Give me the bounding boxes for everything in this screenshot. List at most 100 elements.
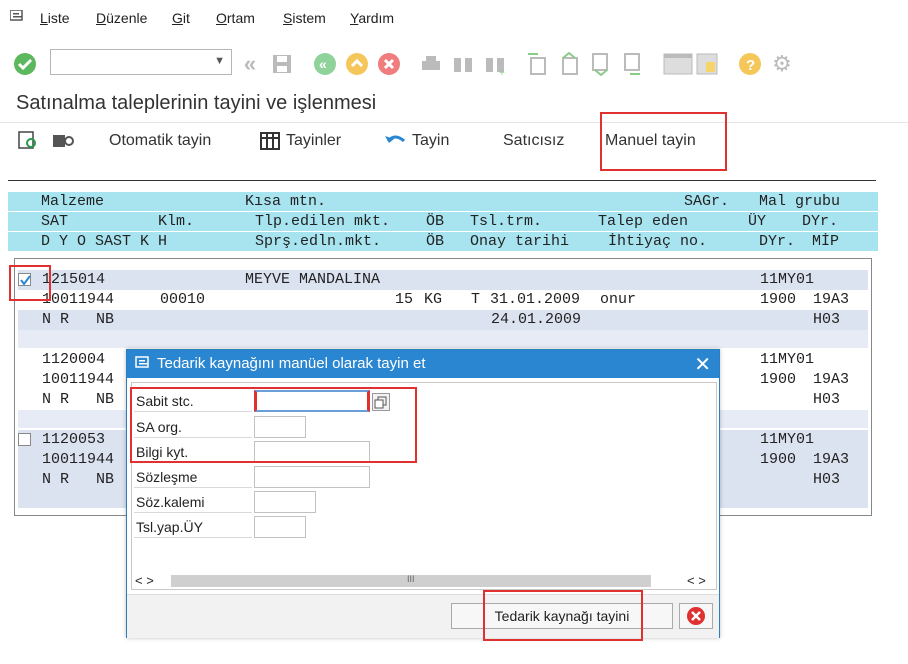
col-uy: ÜY <box>748 213 767 230</box>
table-row[interactable]: 10011944 00010 15 KG T 31.01.2009 onur 1… <box>18 290 868 310</box>
scroll-arrows-left[interactable]: < > <box>135 573 154 588</box>
next-page-icon[interactable] <box>589 52 613 76</box>
item-checkbox[interactable] <box>18 433 31 446</box>
layout-icon[interactable] <box>663 52 693 76</box>
highlight-checkbox <box>9 265 51 301</box>
col-tlp-mkt: Tlp.edilen mkt. <box>255 213 391 230</box>
menu-duzenle[interactable]: Düzenle <box>96 10 147 26</box>
col-malzeme: Malzeme <box>41 193 105 210</box>
field-label: Söz.kalemi <box>134 491 252 513</box>
highlight-assign-button <box>483 590 643 641</box>
settings-icon[interactable]: ⚙ <box>770 51 794 76</box>
flags-value: N R NB <box>42 391 115 408</box>
cancel-icon[interactable] <box>377 52 401 76</box>
col-sagr: SAGr. <box>684 193 730 210</box>
scroll-thumb[interactable]: III <box>171 574 651 587</box>
scroll-grip: III <box>407 574 415 584</box>
last-page-icon[interactable] <box>621 52 645 76</box>
column-header-row-1: Malzeme Kısa mtn. SAGr. Mal grubu <box>8 192 878 211</box>
col-klm: Klm. <box>158 213 195 230</box>
otomatik-tayin-label: Otomatik tayin <box>109 132 212 149</box>
horizontal-scrollbar[interactable]: < > III < > <box>131 573 717 589</box>
soz-kalemi-input[interactable] <box>254 491 316 513</box>
dyr-value: 19A3 <box>813 371 850 388</box>
field-label: Tsl.yap.ÜY <box>134 516 252 538</box>
col-mal-grubu: Mal grubu <box>759 193 841 210</box>
highlight-manuel-tayin <box>600 112 727 171</box>
otomatik-tayin-button[interactable]: Otomatik tayin <box>109 132 211 150</box>
divider <box>8 180 876 181</box>
table-row[interactable]: N R NB 24.01.2009 H03 <box>18 310 868 330</box>
menu-sistem[interactable]: Sistem <box>283 10 326 26</box>
col-dyr-2: DYr. <box>759 233 796 250</box>
table-row[interactable]: 1215014 MEYVE MANDALINA 11MY01 <box>18 270 868 290</box>
kisa-mtn-value: MEYVE MANDALINA <box>245 271 381 288</box>
sat-value: 10011944 <box>42 451 115 468</box>
back-green-icon[interactable]: « <box>313 52 337 76</box>
malzeme-value: 1215014 <box>42 271 106 288</box>
menu-git[interactable]: Git <box>172 10 190 26</box>
menu-icon[interactable] <box>10 10 26 22</box>
exit-icon[interactable] <box>345 52 369 76</box>
ob-value: KG <box>424 291 443 308</box>
uy-value: 1900 <box>760 371 797 388</box>
divider <box>0 122 908 123</box>
first-page-icon[interactable] <box>525 52 549 76</box>
assign-settings-icon[interactable] <box>50 129 74 153</box>
menu-yardim[interactable]: Yardım <box>350 10 394 26</box>
tayin-button[interactable]: Tayin <box>384 132 449 150</box>
column-header-row-3: D Y O SAST K H Sprş.edln.mkt. ÖB Onay ta… <box>8 232 878 251</box>
col-ob: ÖB <box>426 213 445 230</box>
dyr-value: 19A3 <box>813 451 850 468</box>
sozlesme-input[interactable] <box>254 466 370 488</box>
col-mip: MİP <box>812 233 840 250</box>
highlight-fields <box>130 387 417 463</box>
detail-icon[interactable] <box>16 129 40 153</box>
col-talep-eden: Talep eden <box>598 213 689 230</box>
find-icon[interactable] <box>451 52 475 76</box>
col-ihtiyac-no: İhtiyaç no. <box>608 233 708 250</box>
t-value: T <box>471 291 481 308</box>
sat-value: 10011944 <box>42 371 115 388</box>
page-title: Satınalma taleplerinin tayini ve işlenme… <box>16 92 377 114</box>
dyr-value: 19A3 <box>813 291 850 308</box>
row-spacer <box>18 330 868 348</box>
trm-value: 31.01.2009 <box>490 291 581 308</box>
tayin-label: Tayin <box>412 132 450 149</box>
saticisiz-button[interactable]: Satıcısız <box>503 132 564 150</box>
back-icon[interactable]: « <box>238 51 262 76</box>
close-icon[interactable]: ✕ <box>694 352 711 377</box>
prev-page-icon[interactable] <box>557 52 581 76</box>
field-label: Sözleşme <box>134 466 252 488</box>
col-sat: SAT <box>41 213 69 230</box>
menu-liste[interactable]: Liste <box>40 10 70 26</box>
save-icon[interactable] <box>270 52 294 76</box>
talep-eden-value: onur <box>600 291 637 308</box>
window-icon <box>135 356 149 368</box>
cancel-icon <box>687 607 705 625</box>
cancel-button[interactable] <box>679 603 713 629</box>
col-dyr: DYr. <box>802 213 839 230</box>
onay-tarihi-value: 24.01.2009 <box>491 311 582 328</box>
mal-grubu-value: 11MY01 <box>760 271 815 288</box>
flags-value: N R NB <box>42 471 115 488</box>
flags-value: N R NB <box>42 311 115 328</box>
scroll-arrows-right[interactable]: < > <box>687 573 706 588</box>
find-next-icon[interactable]: + <box>483 52 507 76</box>
menu-ortam[interactable]: Ortam <box>216 10 255 26</box>
saticisiz-label: Satıcısız <box>503 132 565 149</box>
uy-value: 1900 <box>760 451 797 468</box>
table-icon <box>260 132 280 150</box>
print-icon[interactable] <box>419 52 443 76</box>
new-session-icon[interactable] <box>695 52 719 76</box>
dialog-title: Tedarik kaynağını manüel olarak tayin et <box>157 355 426 372</box>
chevron-down-icon[interactable]: ▼ <box>214 55 225 67</box>
mip-value: H03 <box>813 311 841 328</box>
command-field[interactable]: ▼ <box>50 49 232 75</box>
tsl-yap-uy-input[interactable] <box>254 516 306 538</box>
tayinler-button[interactable]: Tayinler <box>260 132 341 150</box>
enter-icon[interactable] <box>13 52 37 76</box>
mkt-value: 15 <box>395 291 414 308</box>
svg-text:+: + <box>499 68 505 76</box>
help-icon[interactable]: ? <box>738 52 762 76</box>
